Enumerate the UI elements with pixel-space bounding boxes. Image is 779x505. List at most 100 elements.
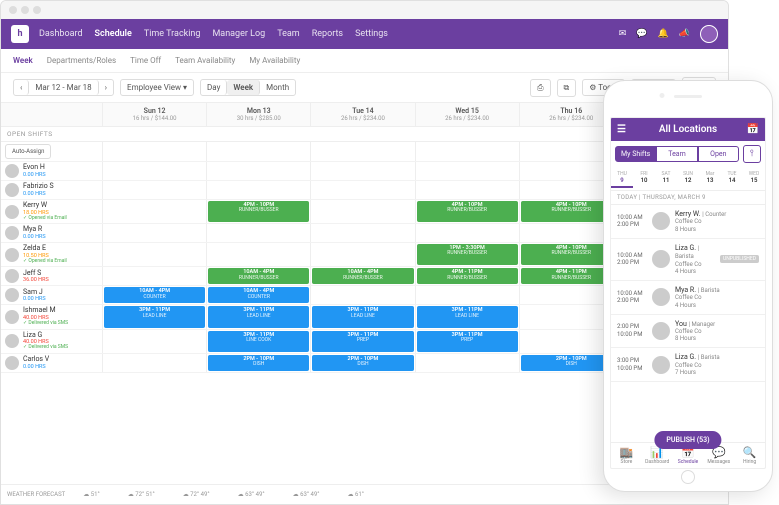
shift-cell[interactable]	[416, 224, 520, 242]
view-day[interactable]: Day	[201, 80, 227, 95]
bottomnav-store[interactable]: 🏬Store	[611, 446, 642, 465]
shift-cell[interactable]: 2PM - 10PMDISH	[207, 354, 311, 372]
phone-header: ☰ All Locations 📅	[611, 118, 765, 141]
shift-cell[interactable]: 4PM - 11PMRUNNER/BUSSER	[416, 267, 520, 285]
shift-cell[interactable]: 4PM - 10PMRUNNER/BUSSER	[207, 200, 311, 223]
shift-item[interactable]: 10:00 AM2:00 PMKerry W. | CounterCoffee …	[611, 205, 765, 239]
phone-tab-open[interactable]: Open	[698, 146, 739, 162]
day-header: Tue 1426 hrs / $234.00	[311, 103, 415, 126]
nav-schedule[interactable]: Schedule	[95, 29, 132, 39]
shift-cell[interactable]	[416, 181, 520, 199]
subnav-time-off[interactable]: Time Off	[130, 56, 161, 65]
shift-cell[interactable]	[103, 162, 207, 180]
copy-icon-button[interactable]: ⧉	[557, 79, 577, 97]
shift-cell[interactable]	[103, 200, 207, 223]
shift-cell[interactable]: 10AM - 4PMRUNNER/BUSSER	[311, 267, 415, 285]
logo[interactable]: h	[11, 25, 29, 43]
nav-manager-log[interactable]: Manager Log	[212, 29, 265, 39]
phone-day[interactable]: WED15	[743, 169, 765, 188]
phone-day[interactable]: TUE14	[721, 169, 743, 188]
shift-cell[interactable]	[207, 162, 311, 180]
chat-icon[interactable]: 💬	[636, 29, 647, 39]
shift-cell[interactable]	[311, 286, 415, 304]
user-avatar[interactable]	[700, 25, 718, 43]
shift-cell[interactable]: 2PM - 10PMDISH	[311, 354, 415, 372]
bell-icon[interactable]: 🔔	[658, 29, 669, 39]
shift-cell[interactable]: 3PM - 11PMLEAD LINE	[311, 305, 415, 328]
shift-item[interactable]: 3:00 PM10:00 PMLiza G. | BaristaCoffee C…	[611, 348, 765, 382]
shift-cell[interactable]: 10AM - 4PMRUNNER/BUSSER	[207, 267, 311, 285]
employee-avatar	[5, 310, 19, 324]
shift-cell[interactable]	[103, 267, 207, 285]
shift-cell[interactable]	[311, 243, 415, 266]
shift-cell[interactable]	[103, 354, 207, 372]
shift-cell[interactable]: 3PM - 11PMPREP	[416, 330, 520, 353]
shift-cell[interactable]: 3PM - 11PMPREP	[311, 330, 415, 353]
phone-tab-my-shifts[interactable]: My Shifts	[615, 146, 656, 162]
shift-cell[interactable]	[416, 286, 520, 304]
shift-item[interactable]: 10:00 AM2:00 PMLiza G. | BaristaCoffee C…	[611, 239, 765, 281]
shift-cell[interactable]: 4PM - 10PMRUNNER/BUSSER	[416, 200, 520, 223]
nav-reports[interactable]: Reports	[312, 29, 343, 39]
calendar-icon[interactable]: 📅	[747, 124, 759, 135]
shift-cell[interactable]	[416, 354, 520, 372]
sub-nav: Week Departments/Roles Time Off Team Availa…	[1, 49, 728, 73]
shift-cell[interactable]	[103, 181, 207, 199]
view-week[interactable]: Week	[227, 80, 260, 95]
mail-icon[interactable]: ✉	[619, 29, 627, 39]
shift-cell[interactable]	[207, 181, 311, 199]
view-month[interactable]: Month	[260, 80, 295, 95]
shift-cell[interactable]	[103, 224, 207, 242]
phone-day[interactable]: FRI10	[633, 169, 655, 188]
shift-cell[interactable]	[416, 162, 520, 180]
phone-day[interactable]: THU9	[611, 169, 633, 188]
publish-button[interactable]: PUBLISH (53)	[654, 431, 721, 449]
shift-cell[interactable]: 3PM - 11PMLEAD LINE	[103, 305, 207, 328]
shift-cell[interactable]: 3PM - 11PMLEAD LINE	[416, 305, 520, 328]
shift-cell[interactable]	[207, 243, 311, 266]
shift-cell[interactable]	[103, 243, 207, 266]
subnav-departments-roles[interactable]: Departments/Roles	[47, 56, 116, 65]
next-button[interactable]: ›	[99, 80, 113, 95]
date-range[interactable]: Mar 12 - Mar 18	[29, 80, 98, 95]
nav-time-tracking[interactable]: Time Tracking	[144, 29, 201, 39]
auto-assign-button[interactable]: Auto-Assign	[5, 144, 51, 159]
shift-cell[interactable]	[311, 200, 415, 223]
menu-icon[interactable]: ☰	[617, 124, 626, 135]
megaphone-icon[interactable]: 📣	[679, 29, 690, 39]
phone-day[interactable]: SAT11	[655, 169, 677, 188]
shift-cell[interactable]	[207, 224, 311, 242]
phone-day[interactable]: Mar13	[699, 169, 721, 188]
subnav-my-availability[interactable]: My Availability	[249, 56, 300, 65]
day-header: Sun 1216 hrs / $144.00	[103, 103, 207, 126]
filter-icon[interactable]: ⫯	[743, 145, 761, 163]
nav-settings[interactable]: Settings	[355, 29, 388, 39]
prev-button[interactable]: ‹	[14, 80, 29, 95]
shift-cell[interactable]	[311, 224, 415, 242]
employee-avatar	[5, 269, 19, 283]
shift-cell[interactable]	[103, 330, 207, 353]
shift-item[interactable]: 10:00 AM2:00 PMMya R. | BaristaCoffee Co…	[611, 281, 765, 315]
shift-cell[interactable]: 10AM - 4PMCOUNTER	[103, 286, 207, 304]
browser-chrome	[1, 1, 728, 19]
day-header: Mon 1330 hrs / $285.00	[207, 103, 311, 126]
subnav-week[interactable]: Week	[13, 56, 33, 65]
bottomnav-hiring[interactable]: 🔍Hiring	[734, 446, 765, 465]
subnav-team-availability[interactable]: Team Availability	[175, 56, 235, 65]
shift-cell[interactable]: 1PM - 3:30PMRUNNER/BUSSER	[416, 243, 520, 266]
shift-cell[interactable]: 3PM - 11PMLEAD LINE	[207, 305, 311, 328]
print-button[interactable]: ⎙	[530, 79, 550, 97]
shift-item[interactable]: 2:00 PM10:00 PMYou | ManagerCoffee Co8 H…	[611, 315, 765, 349]
shift-cell[interactable]: 3PM - 11PMLINE COOK	[207, 330, 311, 353]
avatar	[652, 288, 670, 306]
employee-avatar	[5, 205, 19, 219]
phone-tab-team[interactable]: Team	[656, 146, 697, 162]
shift-cell[interactable]: 10AM - 4PMCOUNTER	[207, 286, 311, 304]
nav-team[interactable]: Team	[277, 29, 300, 39]
phone-day[interactable]: SUN12	[677, 169, 699, 188]
shift-cell[interactable]	[311, 181, 415, 199]
shift-cell[interactable]	[311, 162, 415, 180]
employee-view-select[interactable]: Employee View ▾	[120, 79, 194, 96]
nav-dashboard[interactable]: Dashboard	[39, 29, 83, 39]
avatar	[652, 212, 670, 230]
